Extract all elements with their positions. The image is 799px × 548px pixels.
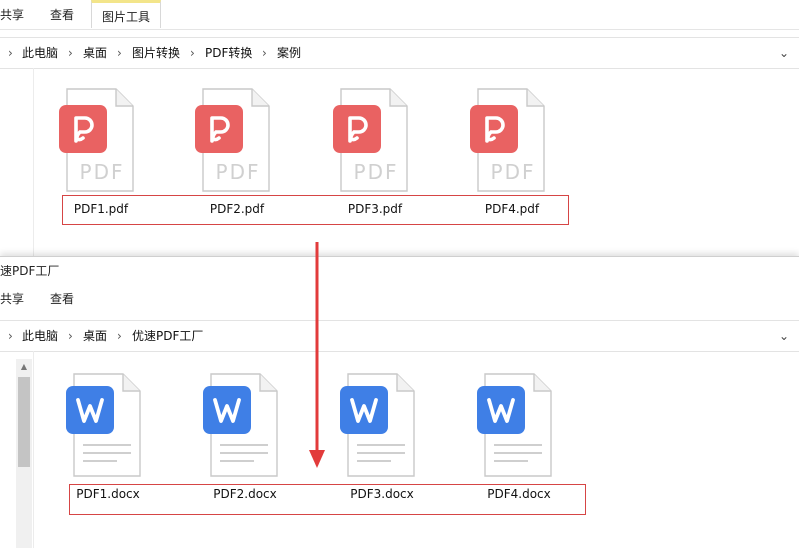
tab-view[interactable]: 查看 [50,0,74,29]
word-logo-icon [203,386,251,434]
explorer-window-output: 速PDF工厂 共享 查看 › 此电脑 › 桌面 › 优速PDF工厂 ⌄ ▲ PD… [0,256,799,548]
ribbon-tabs: 共享 查看 图片工具 [0,0,799,30]
breadcrumb-item[interactable]: 桌面 [83,38,107,68]
chevron-right-icon: › [68,329,73,343]
ribbon-tabs: 共享 查看 [0,285,799,313]
navigation-pane-divider [33,351,34,548]
breadcrumb-item[interactable]: PDF转换 [205,38,252,68]
chevron-right-icon: › [190,46,195,60]
pdf-watermark-text: PDF [215,160,261,184]
pdf-watermark-text: PDF [353,160,399,184]
chevron-right-icon: › [8,329,13,343]
word-logo-icon [340,386,388,434]
explorer-window-pdf: 共享 查看 图片工具 › 此电脑 › 桌面 › 图片转换 › PDF转换 › 案… [0,0,799,256]
tab-view[interactable]: 查看 [50,285,74,313]
pdf-logo-icon [195,105,243,153]
chevron-down-icon[interactable]: ⌄ [779,38,789,68]
address-bar[interactable]: › 此电脑 › 桌面 › 图片转换 › PDF转换 › 案例 ⌄ [0,37,799,69]
pdf-watermark-text: PDF [490,160,536,184]
breadcrumb-item[interactable]: 此电脑 [22,38,58,68]
chevron-down-icon[interactable]: ⌄ [779,321,789,351]
chevron-right-icon: › [117,329,122,343]
pdf-watermark-text: PDF [79,160,125,184]
chevron-right-icon: › [117,46,122,60]
chevron-right-icon: › [68,46,73,60]
word-logo-icon [477,386,525,434]
chevron-right-icon: › [8,46,13,60]
address-bar[interactable]: › 此电脑 › 桌面 › 优速PDF工厂 ⌄ [0,320,799,352]
scroll-up-icon[interactable]: ▲ [16,359,32,375]
tab-share[interactable]: 共享 [0,0,24,29]
vertical-scrollbar[interactable]: ▲ [16,359,32,548]
breadcrumb-item[interactable]: 此电脑 [22,321,58,351]
breadcrumb-item[interactable]: 案例 [277,38,301,68]
chevron-right-icon: › [262,46,267,60]
breadcrumb-item[interactable]: 图片转换 [132,38,180,68]
word-logo-icon [66,386,114,434]
navigation-pane-divider [33,68,34,256]
tab-picture-tools[interactable]: 图片工具 [91,0,162,28]
breadcrumb-item[interactable]: 优速PDF工厂 [132,321,203,351]
breadcrumb-item[interactable]: 桌面 [83,321,107,351]
pdf-logo-icon [470,105,518,153]
pdf-logo-icon [59,105,107,153]
scrollbar-thumb[interactable] [18,377,30,467]
tab-share[interactable]: 共享 [0,285,24,313]
highlight-box [62,195,569,225]
pdf-logo-icon [333,105,381,153]
window-title: 速PDF工厂 [0,264,60,278]
highlight-box [69,484,586,515]
